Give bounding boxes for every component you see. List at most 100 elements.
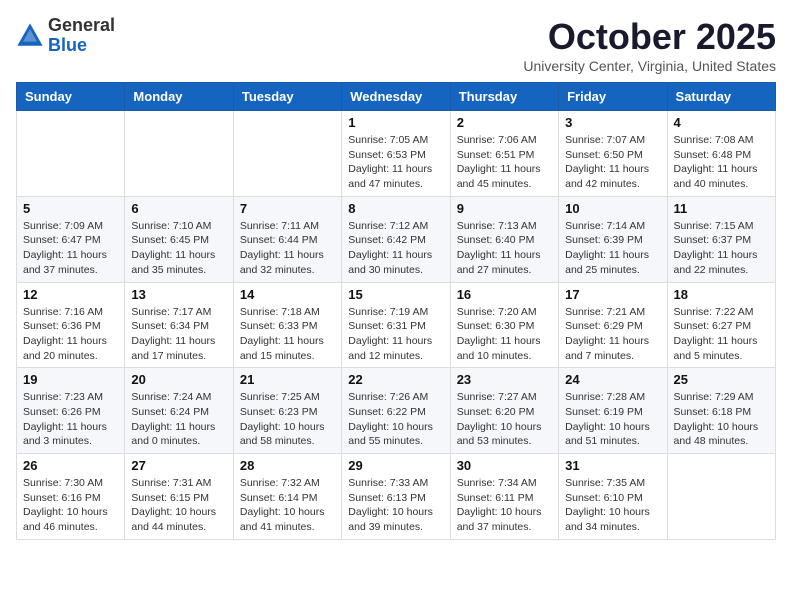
day-number: 8	[348, 201, 443, 216]
day-number: 24	[565, 372, 660, 387]
day-info: Sunrise: 7:23 AM Sunset: 6:26 PM Dayligh…	[23, 390, 118, 449]
calendar-day-16: 16 Sunrise: 7:20 AM Sunset: 6:30 PM Dayli…	[450, 282, 558, 368]
day-info: Sunrise: 7:29 AM Sunset: 6:18 PM Dayligh…	[674, 390, 769, 449]
calendar-day-19: 19 Sunrise: 7:23 AM Sunset: 6:26 PM Dayli…	[17, 368, 125, 454]
day-number: 13	[131, 287, 226, 302]
column-header-monday: Monday	[125, 83, 233, 111]
calendar-day-8: 8Sunrise: 7:12 AM Sunset: 6:42 PM Daylig…	[342, 196, 450, 282]
day-number: 9	[457, 201, 552, 216]
calendar-day-15: 15Sunrise: 7:19 AM Sunset: 6:31 PM Dayli…	[342, 282, 450, 368]
column-header-tuesday: Tuesday	[233, 83, 341, 111]
month-title: October 2025	[523, 16, 776, 58]
day-number: 3	[565, 115, 660, 130]
day-info: Sunrise: 7:31 AM Sunset: 6:15 PM Dayligh…	[131, 476, 226, 535]
day-number: 16	[457, 287, 552, 302]
calendar-day-7: 7 Sunrise: 7:11 AM Sunset: 6:44 PM Daylig…	[233, 196, 341, 282]
day-info: Sunrise: 7:14 AM Sunset: 6:39 PM Dayligh…	[565, 219, 660, 278]
calendar-day-31: 31Sunrise: 7:35 AM Sunset: 6:10 PM Dayli…	[559, 454, 667, 540]
calendar-day-1: 1 Sunrise: 7:05 AM Sunset: 6:53 PM Daylig…	[342, 111, 450, 197]
day-info: Sunrise: 7:11 AM Sunset: 6:44 PM Dayligh…	[240, 219, 335, 278]
calendar-day-18: 18 Sunrise: 7:22 AM Sunset: 6:27 PM Dayli…	[667, 282, 775, 368]
day-info: Sunrise: 7:15 AM Sunset: 6:37 PM Dayligh…	[674, 219, 769, 278]
day-number: 10	[565, 201, 660, 216]
day-info: Sunrise: 7:25 AM Sunset: 6:23 PM Dayligh…	[240, 390, 335, 449]
calendar-empty-cell	[667, 454, 775, 540]
day-number: 27	[131, 458, 226, 473]
day-number: 1	[348, 115, 443, 130]
day-number: 6	[131, 201, 226, 216]
calendar-empty-cell	[125, 111, 233, 197]
day-number: 5	[23, 201, 118, 216]
day-number: 12	[23, 287, 118, 302]
day-info: Sunrise: 7:16 AM Sunset: 6:36 PM Dayligh…	[23, 305, 118, 364]
day-number: 4	[674, 115, 769, 130]
calendar-day-10: 10 Sunrise: 7:14 AM Sunset: 6:39 PM Dayli…	[559, 196, 667, 282]
day-info: Sunrise: 7:22 AM Sunset: 6:27 PM Dayligh…	[674, 305, 769, 364]
day-number: 17	[565, 287, 660, 302]
day-number: 18	[674, 287, 769, 302]
calendar-day-2: 2 Sunrise: 7:06 AM Sunset: 6:51 PM Daylig…	[450, 111, 558, 197]
day-number: 25	[674, 372, 769, 387]
day-info: Sunrise: 7:20 AM Sunset: 6:30 PM Dayligh…	[457, 305, 552, 364]
day-number: 7	[240, 201, 335, 216]
calendar-day-26: 26Sunrise: 7:30 AM Sunset: 6:16 PM Dayli…	[17, 454, 125, 540]
day-info: Sunrise: 7:28 AM Sunset: 6:19 PM Dayligh…	[565, 390, 660, 449]
day-info: Sunrise: 7:17 AM Sunset: 6:34 PM Dayligh…	[131, 305, 226, 364]
logo-blue: Blue	[48, 36, 115, 56]
day-info: Sunrise: 7:32 AM Sunset: 6:14 PM Dayligh…	[240, 476, 335, 535]
calendar-day-9: 9 Sunrise: 7:13 AM Sunset: 6:40 PM Daylig…	[450, 196, 558, 282]
day-info: Sunrise: 7:26 AM Sunset: 6:22 PM Dayligh…	[348, 390, 443, 449]
column-header-sunday: Sunday	[17, 83, 125, 111]
day-info: Sunrise: 7:13 AM Sunset: 6:40 PM Dayligh…	[457, 219, 552, 278]
column-header-friday: Friday	[559, 83, 667, 111]
day-info: Sunrise: 7:10 AM Sunset: 6:45 PM Dayligh…	[131, 219, 226, 278]
day-number: 14	[240, 287, 335, 302]
location-subtitle: University Center, Virginia, United Stat…	[523, 58, 776, 74]
day-number: 22	[348, 372, 443, 387]
column-header-saturday: Saturday	[667, 83, 775, 111]
calendar-day-27: 27 Sunrise: 7:31 AM Sunset: 6:15 PM Dayli…	[125, 454, 233, 540]
column-header-wednesday: Wednesday	[342, 83, 450, 111]
calendar-body: 1 Sunrise: 7:05 AM Sunset: 6:53 PM Daylig…	[17, 111, 776, 540]
logo-text: General Blue	[48, 16, 115, 56]
calendar-day-5: 5 Sunrise: 7:09 AM Sunset: 6:47 PM Daylig…	[17, 196, 125, 282]
day-number: 21	[240, 372, 335, 387]
calendar-day-13: 13 Sunrise: 7:17 AM Sunset: 6:34 PM Dayli…	[125, 282, 233, 368]
day-number: 28	[240, 458, 335, 473]
day-info: Sunrise: 7:09 AM Sunset: 6:47 PM Dayligh…	[23, 219, 118, 278]
calendar-day-6: 6 Sunrise: 7:10 AM Sunset: 6:45 PM Daylig…	[125, 196, 233, 282]
day-number: 31	[565, 458, 660, 473]
day-info: Sunrise: 7:34 AM Sunset: 6:11 PM Dayligh…	[457, 476, 552, 535]
day-number: 29	[348, 458, 443, 473]
day-info: Sunrise: 7:06 AM Sunset: 6:51 PM Dayligh…	[457, 133, 552, 192]
logo-icon	[16, 22, 44, 50]
calendar-day-17: 17 Sunrise: 7:21 AM Sunset: 6:29 PM Dayli…	[559, 282, 667, 368]
title-area: October 2025 University Center, Virginia…	[523, 16, 776, 74]
day-info: Sunrise: 7:24 AM Sunset: 6:24 PM Dayligh…	[131, 390, 226, 449]
calendar-week-row: 12 Sunrise: 7:16 AM Sunset: 6:36 PM Dayli…	[17, 282, 776, 368]
header: General Blue October 2025 University Cen…	[16, 16, 776, 74]
calendar-day-12: 12 Sunrise: 7:16 AM Sunset: 6:36 PM Dayli…	[17, 282, 125, 368]
day-number: 19	[23, 372, 118, 387]
calendar-day-25: 25 Sunrise: 7:29 AM Sunset: 6:18 PM Dayli…	[667, 368, 775, 454]
calendar-day-30: 30Sunrise: 7:34 AM Sunset: 6:11 PM Dayli…	[450, 454, 558, 540]
day-info: Sunrise: 7:07 AM Sunset: 6:50 PM Dayligh…	[565, 133, 660, 192]
day-info: Sunrise: 7:27 AM Sunset: 6:20 PM Dayligh…	[457, 390, 552, 449]
calendar-empty-cell	[233, 111, 341, 197]
day-info: Sunrise: 7:18 AM Sunset: 6:33 PM Dayligh…	[240, 305, 335, 364]
calendar-day-24: 24 Sunrise: 7:28 AM Sunset: 6:19 PM Dayli…	[559, 368, 667, 454]
calendar-week-row: 19 Sunrise: 7:23 AM Sunset: 6:26 PM Dayli…	[17, 368, 776, 454]
logo-general: General	[48, 16, 115, 36]
day-info: Sunrise: 7:05 AM Sunset: 6:53 PM Dayligh…	[348, 133, 443, 192]
calendar-day-3: 3 Sunrise: 7:07 AM Sunset: 6:50 PM Daylig…	[559, 111, 667, 197]
calendar-day-22: 22 Sunrise: 7:26 AM Sunset: 6:22 PM Dayli…	[342, 368, 450, 454]
day-number: 20	[131, 372, 226, 387]
calendar-header-row: SundayMondayTuesdayWednesdayThursdayFrid…	[17, 83, 776, 111]
calendar-empty-cell	[17, 111, 125, 197]
calendar-day-4: 4Sunrise: 7:08 AM Sunset: 6:48 PM Daylig…	[667, 111, 775, 197]
day-info: Sunrise: 7:33 AM Sunset: 6:13 PM Dayligh…	[348, 476, 443, 535]
day-info: Sunrise: 7:19 AM Sunset: 6:31 PM Dayligh…	[348, 305, 443, 364]
column-header-thursday: Thursday	[450, 83, 558, 111]
day-number: 2	[457, 115, 552, 130]
day-info: Sunrise: 7:21 AM Sunset: 6:29 PM Dayligh…	[565, 305, 660, 364]
